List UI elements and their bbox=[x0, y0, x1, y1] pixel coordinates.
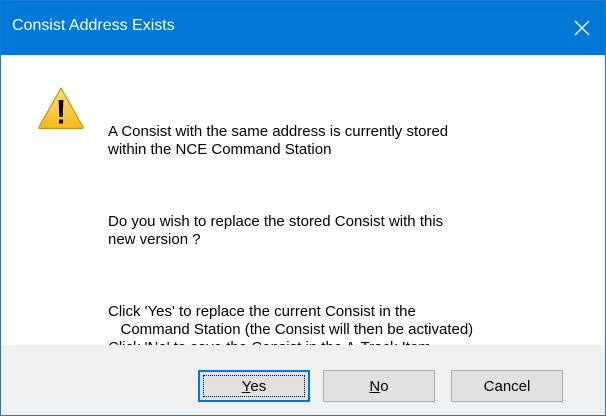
cancel-button[interactable]: Cancel bbox=[451, 370, 563, 402]
no-label-rest: o bbox=[380, 377, 389, 395]
title-bar[interactable]: Consist Address Exists bbox=[1, 1, 605, 55]
yes-label-rest: es bbox=[250, 377, 267, 395]
window-title: Consist Address Exists bbox=[12, 17, 175, 34]
dialog-window: Consist Address Exists A Consist with th… bbox=[0, 0, 606, 416]
cancel-button-label: Cancel bbox=[483, 377, 531, 395]
no-button[interactable]: No bbox=[323, 370, 435, 402]
message-paragraph-1: A Consist with the same address is curre… bbox=[108, 123, 449, 158]
dialog-content: A Consist with the same address is curre… bbox=[1, 55, 605, 392]
warning-icon bbox=[38, 87, 84, 130]
close-icon bbox=[574, 20, 590, 36]
no-mnemonic: N bbox=[369, 377, 381, 395]
button-bar: Yes No Cancel bbox=[1, 345, 605, 415]
yes-button[interactable]: Yes bbox=[198, 370, 310, 402]
message-paragraph-2: Do you wish to replace the stored Consis… bbox=[108, 213, 444, 248]
no-button-label: No bbox=[369, 378, 388, 395]
close-button[interactable] bbox=[559, 1, 605, 55]
yes-button-label: Yes bbox=[242, 378, 266, 395]
